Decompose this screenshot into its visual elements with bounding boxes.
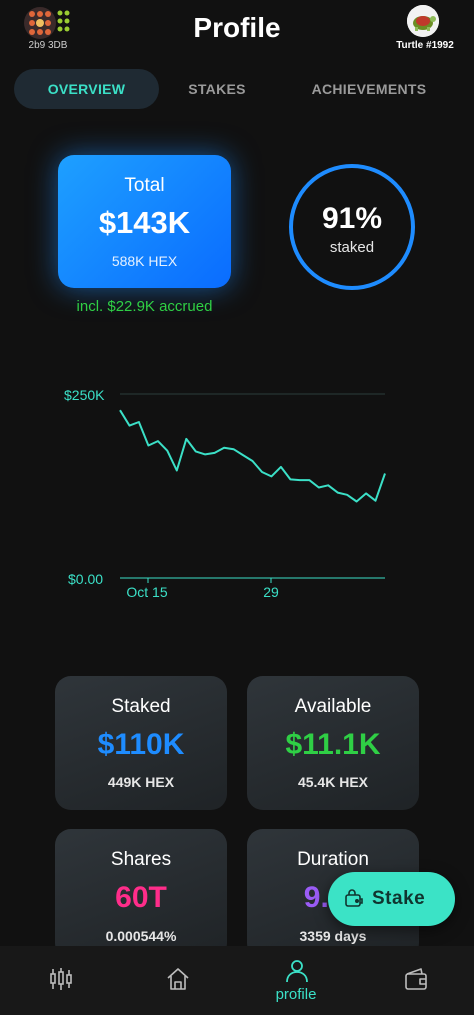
duration-days: 3359 days — [299, 928, 367, 944]
stake-button-label: Stake — [372, 888, 426, 909]
header: 2b9 3DB Profile Turtle #1992 — [0, 0, 474, 60]
wallet-lock-icon — [344, 889, 364, 909]
duration-label: Duration — [297, 849, 369, 870]
total-value: $143K — [98, 205, 191, 240]
staked-card: Staked $110K 449K HEX — [55, 676, 227, 810]
accrued-text: incl. $22.9K accrued — [76, 298, 213, 315]
staked-label: Staked — [111, 696, 171, 717]
bottom-nav: profile — [0, 946, 474, 1015]
total-card: Total $143K 588K HEX — [58, 155, 231, 288]
staked-percent-ring: 91% staked — [289, 164, 415, 290]
available-label: Available — [294, 696, 372, 717]
wallet-icon — [405, 968, 427, 990]
tab-achievements[interactable]: ACHIEVEMENTS — [294, 69, 444, 109]
available-hex: 45.4K HEX — [297, 774, 369, 790]
nav-home[interactable] — [137, 946, 217, 1015]
tab-bar: OVERVIEW STAKES ACHIEVEMENTS — [14, 69, 460, 109]
x-tick-label-oct15: Oct 15 — [126, 584, 167, 600]
y-tick-label-bottom: $0.00 — [68, 571, 103, 587]
value-chart: $250K $0.00 Oct 15 29 — [55, 380, 400, 610]
y-tick-label-top: $250K — [64, 387, 105, 403]
shares-card: Shares 60T 0.000544% — [55, 829, 227, 959]
staked-percent-label: staked — [329, 239, 375, 256]
series-line — [119, 409, 386, 503]
candlestick-icon — [50, 968, 72, 990]
x-tick-label-29: 29 — [263, 584, 279, 600]
shares-value: 60T — [115, 881, 167, 914]
nav-trade[interactable] — [20, 946, 100, 1015]
home-icon — [167, 968, 189, 990]
shares-label: Shares — [110, 849, 172, 870]
turtle-avatar-icon[interactable] — [407, 5, 439, 37]
staked-value: $110K — [97, 728, 185, 761]
value-chart-svg: $250K $0.00 Oct 15 29 — [64, 387, 386, 600]
nav-wallet[interactable] — [375, 946, 455, 1015]
tab-stakes[interactable]: STAKES — [172, 69, 262, 109]
person-icon — [286, 960, 308, 983]
total-label: Total — [124, 175, 165, 196]
staked-hex: 449K HEX — [107, 774, 175, 790]
available-value: $11.1K — [285, 728, 381, 761]
available-card: Available $11.1K 45.4K HEX — [247, 676, 419, 810]
total-hex: 588K HEX — [111, 253, 178, 269]
staked-percent: 91% — [321, 202, 383, 235]
nft-name: Turtle #1992 — [396, 40, 454, 51]
stake-button[interactable]: Stake — [328, 872, 455, 926]
nav-profile-label: profile — [275, 986, 317, 1003]
nav-profile[interactable]: profile — [256, 946, 336, 1015]
tab-overview[interactable]: OVERVIEW — [14, 69, 159, 109]
shares-percent: 0.000544% — [105, 928, 177, 944]
